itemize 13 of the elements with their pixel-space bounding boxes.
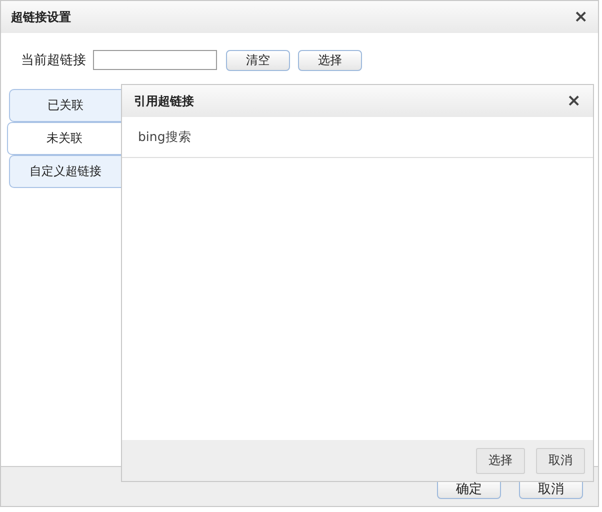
- field-label: 当前超链接: [21, 52, 86, 69]
- tab[interactable]: 自定义超链接: [9, 155, 122, 188]
- tab[interactable]: 已关联: [9, 89, 122, 122]
- tab[interactable]: 未关联: [7, 122, 122, 155]
- link-input-field[interactable]: [93, 50, 217, 70]
- popup-button[interactable]: 取消: [536, 448, 585, 474]
- close-button[interactable]: ×: [566, 91, 581, 111]
- popup-button[interactable]: 选择: [476, 448, 525, 474]
- link-button[interactable]: 清空: [226, 50, 290, 70]
- link-button[interactable]: 选择: [298, 50, 362, 70]
- popup-title: 引用超链接: [134, 92, 194, 110]
- window-title: 超链接设置: [11, 8, 71, 26]
- close-button[interactable]: ×: [574, 7, 588, 27]
